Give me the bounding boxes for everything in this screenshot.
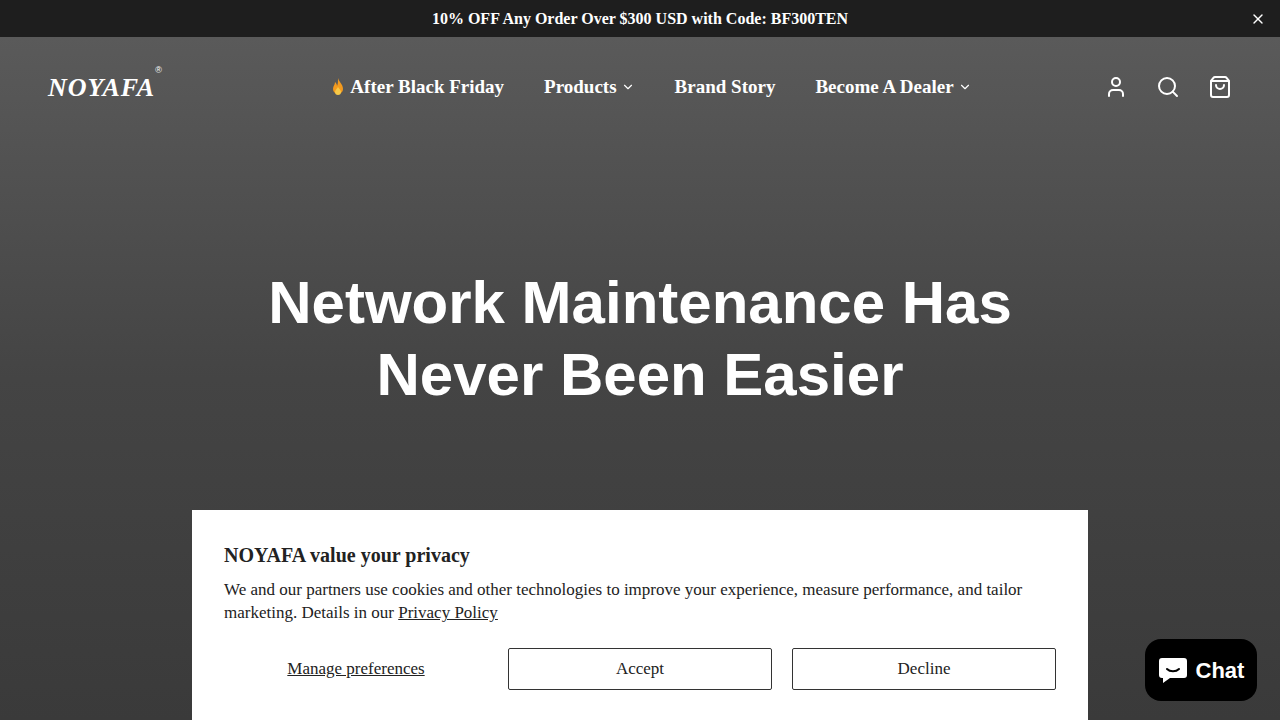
header: NOYAFA® After Black Friday Products Brand S…	[0, 37, 1280, 137]
account-icon[interactable]	[1104, 75, 1128, 99]
flame-icon	[330, 77, 346, 97]
main-nav: After Black Friday Products Brand Story Bec…	[198, 73, 1104, 102]
privacy-link[interactable]: Privacy Policy	[398, 603, 498, 622]
chat-icon	[1158, 656, 1188, 684]
logo[interactable]: NOYAFA®	[48, 68, 198, 107]
cookie-buttons: Manage preferences Accept Decline	[224, 648, 1056, 690]
cookie-button[interactable]: Manage preferences	[224, 648, 488, 690]
header-actions	[1104, 75, 1232, 99]
cookie-body: We and our partners use cookies and othe…	[224, 578, 1056, 624]
cookie-title: NOYAFA value your privacy	[224, 540, 1056, 570]
cookie-banner: NOYAFA value your privacy We and our part…	[192, 510, 1088, 720]
page: 10% OFF Any Order Over $300 USD with Cod…	[0, 0, 1280, 720]
nav-item[interactable]: Products	[544, 73, 634, 102]
chevron-down-icon	[621, 80, 635, 94]
cookie-button[interactable]: Accept	[508, 648, 772, 690]
cart-icon[interactable]	[1208, 75, 1232, 99]
chat-button[interactable]: Chat	[1145, 639, 1257, 701]
cookie-button[interactable]: Decline	[792, 648, 1056, 690]
announcement-text: 10% OFF Any Order Over $300 USD with Cod…	[432, 7, 848, 31]
chevron-down-icon	[958, 80, 972, 94]
nav-item[interactable]: After Black Friday	[330, 73, 504, 102]
nav-item[interactable]: Become A Dealer	[815, 73, 971, 102]
announcement-bar: 10% OFF Any Order Over $300 USD with Cod…	[0, 0, 1280, 37]
hero-heading: Network Maintenance HasNever Been Easier	[0, 137, 1280, 411]
close-icon[interactable]	[1250, 11, 1266, 27]
search-icon[interactable]	[1156, 75, 1180, 99]
nav-item[interactable]: Brand Story	[675, 73, 776, 102]
